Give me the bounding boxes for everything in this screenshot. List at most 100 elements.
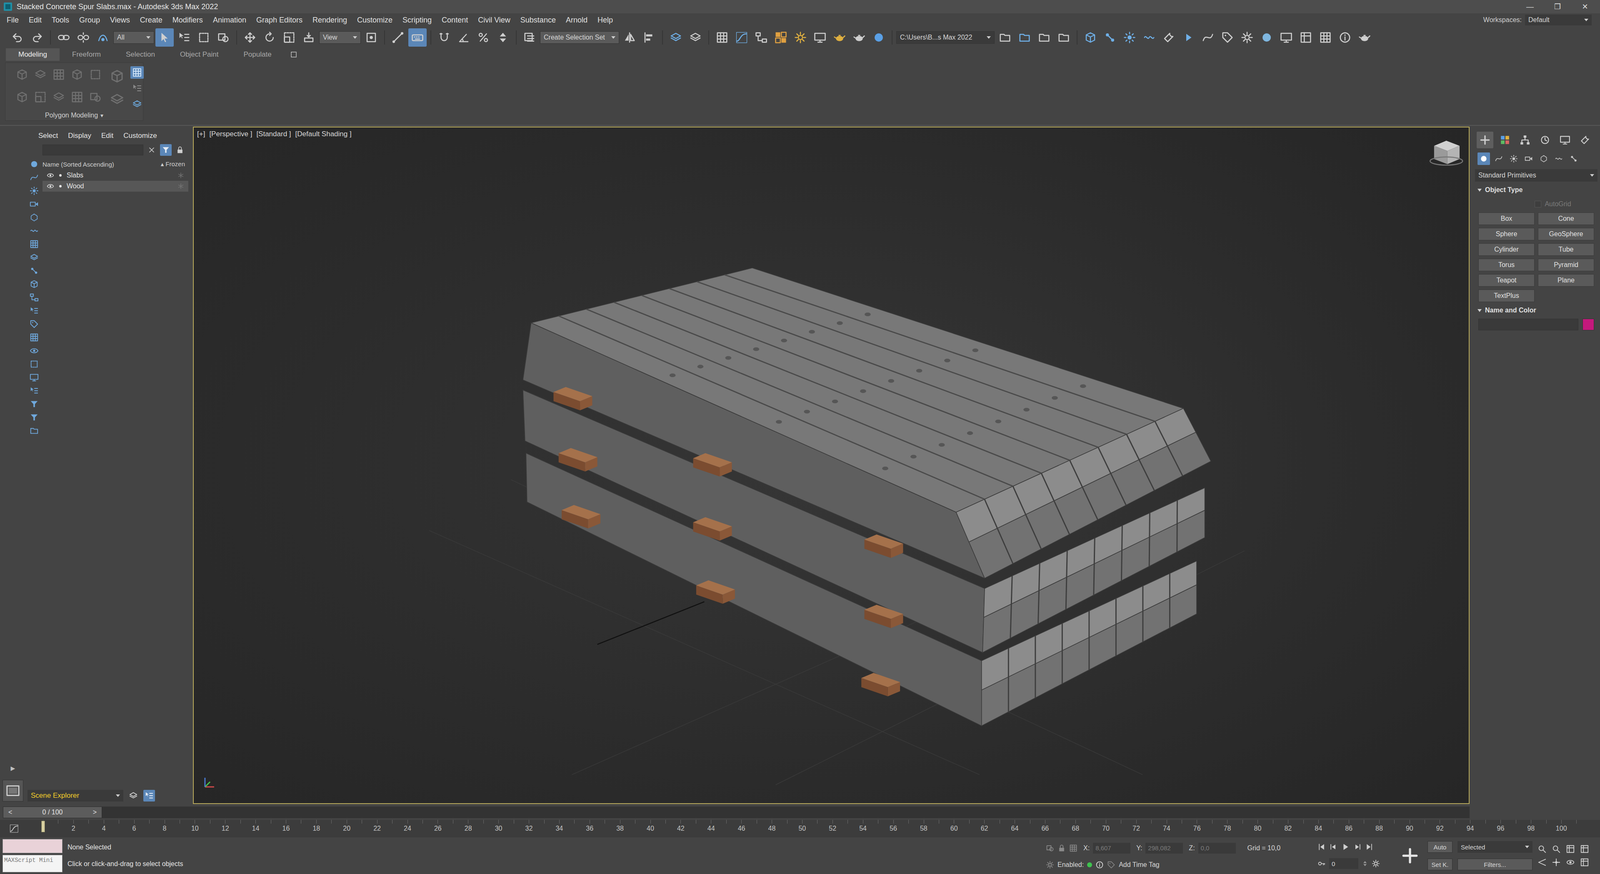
display-button[interactable] (810, 28, 830, 47)
adaptive-degradation-icon[interactable] (1045, 860, 1055, 870)
rollout-header[interactable]: Name and Color (1475, 304, 1598, 317)
helper-category[interactable] (1537, 152, 1550, 165)
selection-lock-icon[interactable] (1057, 844, 1066, 853)
current-frame-marker[interactable] (41, 820, 45, 833)
sphere-button[interactable] (869, 28, 888, 47)
render-dot-icon[interactable] (57, 183, 64, 190)
wood-block[interactable] (864, 605, 903, 629)
viewport-label[interactable]: [Default Shading ] (295, 130, 352, 139)
key-filter-dropdown[interactable]: Selected (1457, 841, 1533, 853)
ribbon-button[interactable] (130, 97, 144, 111)
explorer-tool-button[interactable] (28, 319, 40, 330)
explorer-menu-item[interactable]: Display (63, 131, 96, 140)
menu-item[interactable]: Help (592, 14, 618, 26)
wood-block[interactable] (558, 447, 598, 472)
go-to-end-icon[interactable] (1365, 842, 1374, 852)
window-button[interactable] (214, 28, 233, 47)
explorer-row[interactable]: Wood (42, 180, 189, 192)
ribbon-tab[interactable]: Populate (231, 48, 285, 61)
window-control[interactable]: ✕ (1573, 2, 1597, 12)
coord-field[interactable]: 0,0 (1198, 842, 1236, 854)
layer-explorer-button[interactable] (127, 790, 140, 802)
ribbon-tab[interactable]: Modeling (5, 48, 60, 61)
filter-button[interactable] (160, 144, 172, 156)
warp-button[interactable] (1140, 28, 1159, 47)
tri-button[interactable] (1179, 28, 1198, 47)
percent-button[interactable] (474, 28, 493, 47)
render-dot-icon[interactable] (57, 172, 64, 179)
link-button[interactable] (54, 28, 73, 47)
display-button[interactable] (1277, 28, 1296, 47)
gear-button[interactable] (791, 28, 810, 47)
shape-button[interactable] (1198, 28, 1218, 47)
primitive-button[interactable]: Sphere (1478, 227, 1535, 241)
primitive-button[interactable]: Box (1478, 212, 1535, 225)
wood-block[interactable] (693, 453, 733, 477)
wood-block[interactable] (696, 580, 735, 604)
explorer-tool-button[interactable] (28, 279, 40, 290)
explorer-tool-button[interactable] (28, 292, 40, 303)
explorer-tool-button[interactable] (28, 412, 40, 423)
workspace-dropdown[interactable]: Default (1525, 14, 1592, 26)
list-button[interactable] (175, 28, 194, 47)
freeze-icon[interactable] (177, 172, 185, 179)
set-key-button[interactable]: Set K. (1427, 858, 1453, 871)
sets-button[interactable] (520, 28, 539, 47)
transform-mode-icon[interactable] (1069, 844, 1078, 853)
wood-block[interactable] (861, 672, 900, 697)
ribbon-button[interactable] (32, 88, 49, 106)
info-button[interactable] (1335, 28, 1355, 47)
explorer-tool-button[interactable] (28, 252, 40, 263)
display-tab[interactable] (1556, 131, 1574, 149)
curve-button[interactable] (732, 28, 751, 47)
utility-button[interactable] (1159, 28, 1178, 47)
explorer-thumbnail-button[interactable] (2, 780, 24, 802)
key-mode-icon[interactable] (1317, 859, 1326, 868)
spinner-icon[interactable] (1361, 860, 1369, 868)
menu-item[interactable]: Graph Editors (251, 14, 308, 26)
listener-output[interactable] (2, 839, 63, 854)
eye-icon[interactable] (46, 171, 55, 180)
track-ruler[interactable]: 2468101214161820222426283032343638404244… (27, 820, 1577, 838)
pivot-button[interactable] (362, 28, 381, 47)
explorer-tool-button[interactable] (28, 239, 40, 250)
explorer-tool-button[interactable] (28, 345, 40, 356)
folder-button[interactable] (1035, 28, 1054, 47)
rotate-button[interactable] (260, 28, 279, 47)
light-category[interactable] (1507, 152, 1520, 165)
ribbon-button[interactable] (130, 82, 144, 95)
primitive-button[interactable]: Torus (1478, 258, 1535, 272)
explorer-tool-button[interactable] (28, 385, 40, 396)
wood-block[interactable] (553, 387, 593, 411)
ribbon-button[interactable] (87, 88, 104, 106)
toolbar-dropdown[interactable]: View (319, 31, 361, 44)
explorer-tool-button[interactable] (28, 265, 40, 276)
slab-layer[interactable] (522, 267, 1211, 579)
teapot-button[interactable] (850, 28, 869, 47)
material-button[interactable] (771, 28, 790, 47)
unlink-button[interactable] (74, 28, 93, 47)
schematic-button[interactable] (752, 28, 771, 47)
key-filters-button[interactable]: Filters... (1457, 858, 1533, 871)
menu-item[interactable]: Tools (46, 14, 75, 26)
menu-item[interactable]: Arnold (560, 14, 593, 26)
primitive-button[interactable]: Cone (1537, 212, 1595, 225)
align-button[interactable] (640, 28, 659, 47)
shape-category[interactable] (1492, 152, 1505, 165)
menu-item[interactable]: Modifiers (167, 14, 208, 26)
menu-item[interactable]: Civil View (472, 14, 516, 26)
pan-icon[interactable] (1551, 857, 1561, 868)
angle-button[interactable] (454, 28, 473, 47)
explorer-tool-button[interactable] (28, 212, 40, 223)
ribbon-button[interactable] (50, 88, 68, 106)
window-control[interactable]: ❐ (1545, 2, 1570, 12)
sphere-category[interactable] (1477, 152, 1490, 165)
toolbar-dropdown[interactable]: C:\Users\B...s Max 2022 (896, 31, 995, 44)
layers-button[interactable] (686, 28, 705, 47)
primitive-button[interactable]: TextPlus (1478, 289, 1535, 303)
undo-button[interactable] (8, 28, 27, 47)
set-keys-button[interactable] (1397, 839, 1423, 873)
object-explorer-button[interactable] (143, 790, 155, 802)
ribbon-button[interactable] (13, 88, 31, 106)
explorer-tool-button[interactable] (28, 372, 40, 383)
